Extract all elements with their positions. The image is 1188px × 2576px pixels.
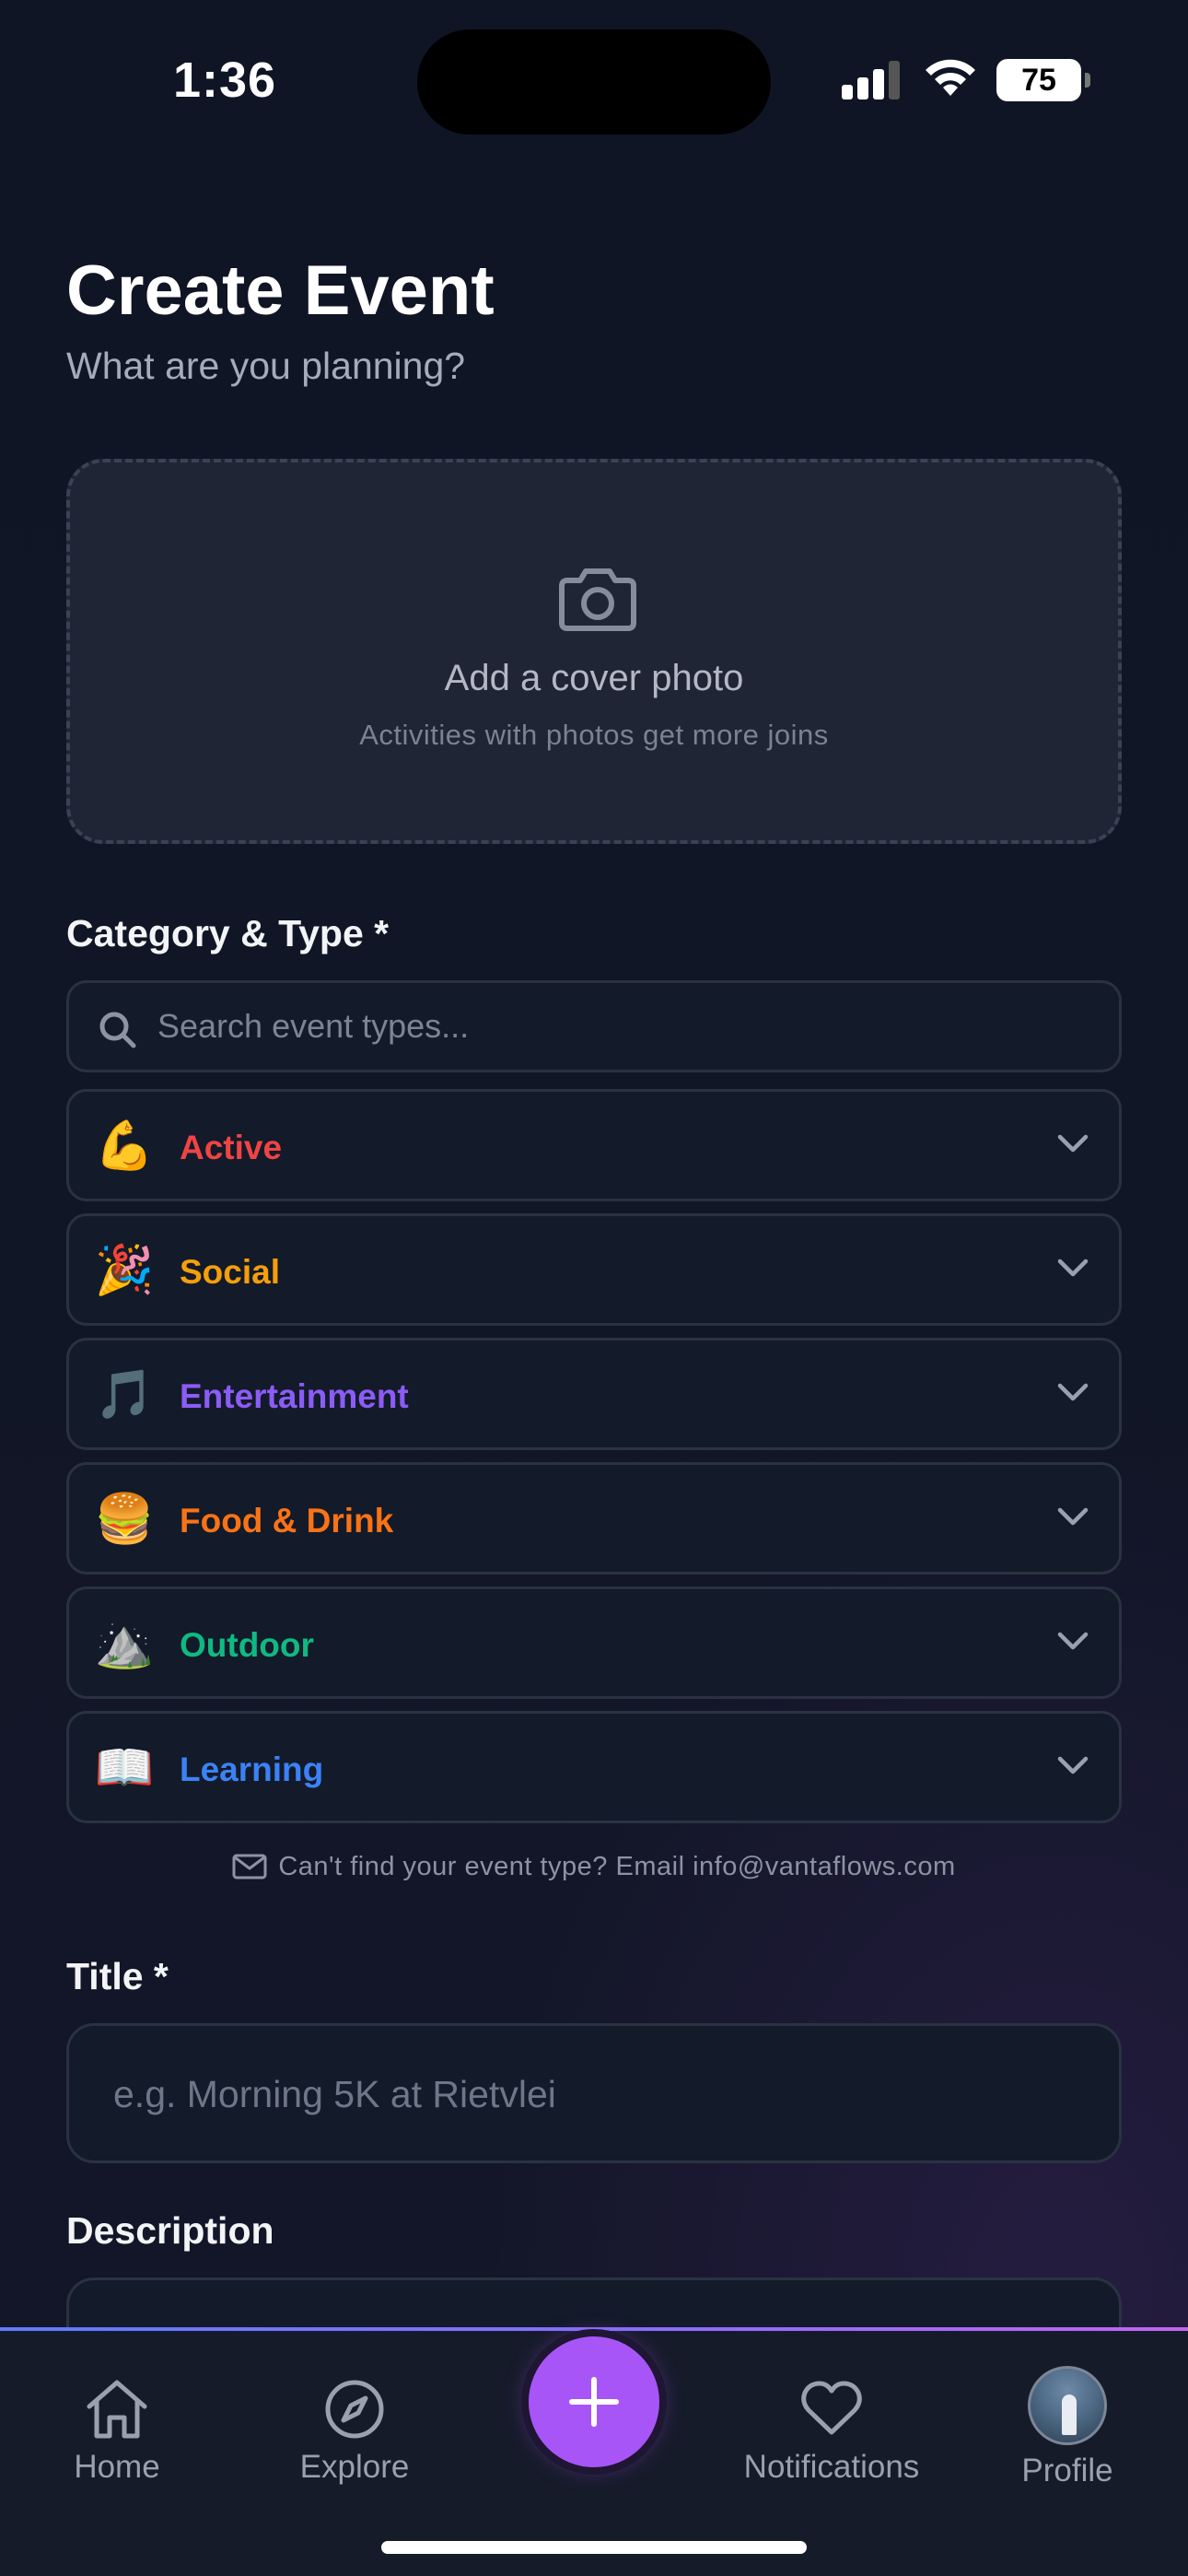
category-label: Food & Drink — [180, 1502, 394, 1540]
home-icon — [87, 2380, 147, 2439]
burger-icon: 🍔 — [94, 1491, 155, 1547]
cover-photo-title: Add a cover photo — [444, 658, 744, 698]
dynamic-island — [417, 29, 771, 135]
category-outdoor[interactable]: ⛰️ Outdoor — [66, 1587, 1122, 1699]
page-subtitle: What are you planning? — [66, 345, 466, 387]
party-popper-icon: 🎉 — [94, 1242, 155, 1298]
mountain-icon: ⛰️ — [94, 1615, 155, 1671]
description-label: Description — [66, 2209, 274, 2252]
category-food-drink[interactable]: 🍔 Food & Drink — [66, 1462, 1122, 1575]
category-search-input[interactable] — [157, 983, 1097, 1070]
category-label: Learning — [180, 1751, 324, 1788]
category-help: Can't find your event type? Email info@v… — [0, 1852, 1188, 1882]
title-input[interactable] — [113, 2026, 1071, 2162]
status-time: 1:36 — [173, 53, 277, 108]
home-indicator — [381, 2541, 807, 2554]
battery-icon: 75 — [996, 59, 1090, 101]
cover-photo-upload[interactable]: Add a cover photo Activities with photos… — [66, 459, 1122, 844]
search-icon — [99, 1012, 136, 1048]
cover-photo-hint: Activities with photos get more joins — [359, 719, 829, 751]
category-help-text[interactable]: Can't find your event type? Email info@v… — [278, 1852, 955, 1881]
category-active[interactable]: 💪 Active — [66, 1089, 1122, 1201]
nav-notifications[interactable]: Notifications — [726, 2377, 938, 2486]
mail-icon — [232, 1854, 267, 1879]
nav-explore-label: Explore — [299, 2449, 410, 2485]
category-label: Social — [180, 1253, 280, 1291]
camera-icon — [559, 568, 636, 631]
nav-profile-label: Profile — [1021, 2453, 1113, 2488]
signal-icon — [842, 61, 901, 100]
nav-notifications-label: Notifications — [743, 2449, 920, 2485]
create-event-screen: 1:36 75 Create Event What are you planni… — [0, 0, 1188, 2576]
heart-icon — [801, 2381, 862, 2435]
chevron-down-icon — [1057, 1259, 1089, 1277]
nav-profile[interactable]: Profile — [961, 2366, 1173, 2489]
category-label: Active — [180, 1129, 283, 1166]
category-label: Outdoor — [180, 1626, 314, 1664]
flexed-biceps-icon: 💪 — [94, 1118, 155, 1174]
avatar — [1028, 2366, 1107, 2445]
nav-divider — [0, 2327, 1188, 2331]
chevron-down-icon — [1057, 1632, 1089, 1650]
category-social[interactable]: 🎉 Social — [66, 1213, 1122, 1326]
category-entertainment[interactable]: 🎵 Entertainment — [66, 1338, 1122, 1450]
wifi-icon — [926, 59, 975, 96]
chevron-down-icon — [1057, 1383, 1089, 1401]
compass-icon — [325, 2380, 384, 2439]
nav-home[interactable]: Home — [11, 2377, 223, 2486]
category-label: Entertainment — [180, 1377, 409, 1415]
open-book-icon: 📖 — [94, 1739, 155, 1796]
create-event-button[interactable] — [529, 2336, 659, 2467]
title-field[interactable] — [66, 2023, 1122, 2163]
category-search[interactable] — [66, 980, 1122, 1072]
chevron-down-icon — [1057, 1134, 1089, 1153]
nav-home-label: Home — [74, 2449, 160, 2485]
title-label: Title * — [66, 1955, 169, 1997]
nav-explore[interactable]: Explore — [249, 2377, 460, 2486]
music-note-icon: 🎵 — [94, 1366, 155, 1423]
category-label: Category & Type * — [66, 912, 390, 954]
chevron-down-icon — [1057, 1507, 1089, 1526]
category-learning[interactable]: 📖 Learning — [66, 1711, 1122, 1823]
page-title: Create Event — [66, 252, 495, 330]
chevron-down-icon — [1057, 1756, 1089, 1774]
